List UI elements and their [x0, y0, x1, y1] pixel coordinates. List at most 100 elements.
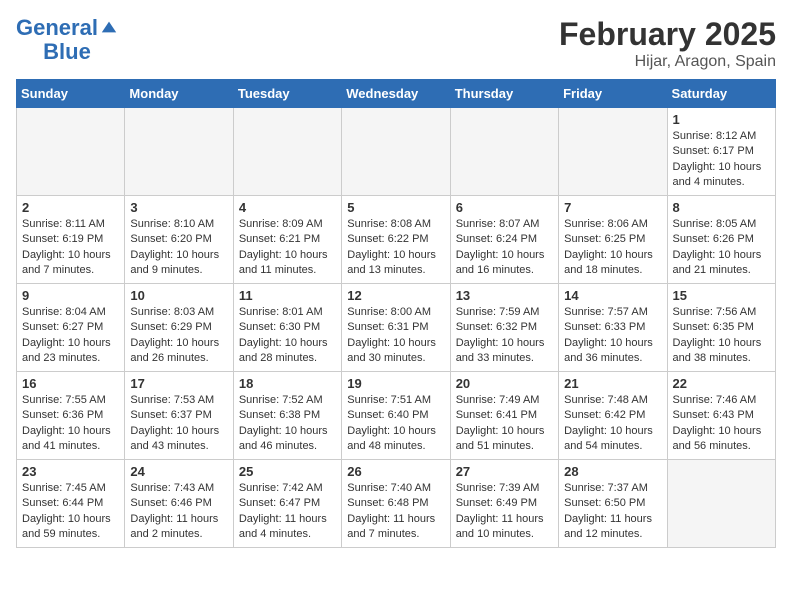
day-number: 19 [347, 376, 444, 391]
day-info: Sunrise: 7:42 AMSunset: 6:47 PMDaylight:… [239, 481, 336, 543]
day-info: Sunrise: 7:51 AMSunset: 6:40 PMDaylight:… [347, 393, 444, 455]
calendar-cell: 10 Sunrise: 8:03 AMSunset: 6:29 PMDayligh… [125, 284, 233, 372]
day-number: 28 [564, 464, 661, 479]
calendar-cell: 12 Sunrise: 8:00 AMSunset: 6:31 PMDayligh… [342, 284, 450, 372]
day-info: Sunrise: 8:04 AMSunset: 6:27 PMDaylight:… [22, 305, 119, 367]
day-info: Sunrise: 8:06 AMSunset: 6:25 PMDaylight:… [564, 217, 661, 279]
day-number: 1 [673, 112, 770, 127]
day-info: Sunrise: 8:01 AMSunset: 6:30 PMDaylight:… [239, 305, 336, 367]
calendar-cell: 7 Sunrise: 8:06 AMSunset: 6:25 PMDaylight… [559, 196, 667, 284]
day-info: Sunrise: 7:40 AMSunset: 6:48 PMDaylight:… [347, 481, 444, 543]
calendar-cell: 8 Sunrise: 8:05 AMSunset: 6:26 PMDaylight… [667, 196, 775, 284]
day-number: 11 [239, 288, 336, 303]
weekday-header-friday: Friday [559, 80, 667, 108]
week-row-3: 9 Sunrise: 8:04 AMSunset: 6:27 PMDaylight… [17, 284, 776, 372]
week-row-1: 1 Sunrise: 8:12 AMSunset: 6:17 PMDaylight… [17, 108, 776, 196]
calendar-cell: 13 Sunrise: 7:59 AMSunset: 6:32 PMDayligh… [450, 284, 558, 372]
calendar-cell: 27Sunrise: 7:39 AMSunset: 6:49 PMDayligh… [450, 460, 558, 548]
calendar-cell: 9 Sunrise: 8:04 AMSunset: 6:27 PMDaylight… [17, 284, 125, 372]
calendar-cell: 22Sunrise: 7:46 AMSunset: 6:43 PMDayligh… [667, 372, 775, 460]
logo-blue: Blue [43, 40, 91, 64]
logo-text: General [16, 16, 98, 40]
day-info: Sunrise: 7:52 AMSunset: 6:38 PMDaylight:… [239, 393, 336, 455]
title-block: February 2025 Hijar, Aragon, Spain [559, 16, 776, 71]
calendar-cell: 24 Sunrise: 7:43 AMSunset: 6:46 PMDayligh… [125, 460, 233, 548]
calendar-cell [17, 108, 125, 196]
day-info: Sunrise: 7:39 AMSunset: 6:49 PMDaylight:… [456, 481, 553, 543]
day-info: Sunrise: 7:55 AMSunset: 6:36 PMDaylight:… [22, 393, 119, 455]
day-info: Sunrise: 7:48 AMSunset: 6:42 PMDaylight:… [564, 393, 661, 455]
day-number: 9 [22, 288, 119, 303]
calendar-cell: 14Sunrise: 7:57 AMSunset: 6:33 PMDayligh… [559, 284, 667, 372]
day-info: Sunrise: 7:49 AMSunset: 6:41 PMDaylight:… [456, 393, 553, 455]
calendar-cell [342, 108, 450, 196]
day-number: 7 [564, 200, 661, 215]
calendar-cell: 18 Sunrise: 7:52 AMSunset: 6:38 PMDayligh… [233, 372, 341, 460]
day-number: 23 [22, 464, 119, 479]
calendar-cell: 16 Sunrise: 7:55 AMSunset: 6:36 PMDayligh… [17, 372, 125, 460]
calendar-cell: 2 Sunrise: 8:11 AMSunset: 6:19 PMDaylight… [17, 196, 125, 284]
calendar-table: SundayMondayTuesdayWednesdayThursdayFrid… [16, 79, 776, 548]
day-number: 4 [239, 200, 336, 215]
day-number: 5 [347, 200, 444, 215]
week-row-4: 16 Sunrise: 7:55 AMSunset: 6:36 PMDayligh… [17, 372, 776, 460]
day-info: Sunrise: 7:45 AMSunset: 6:44 PMDaylight:… [22, 481, 119, 543]
day-number: 13 [456, 288, 553, 303]
day-number: 25 [239, 464, 336, 479]
day-info: Sunrise: 8:03 AMSunset: 6:29 PMDaylight:… [130, 305, 227, 367]
day-number: 22 [673, 376, 770, 391]
logo: General Blue [16, 16, 118, 64]
day-number: 20 [456, 376, 553, 391]
calendar-cell [233, 108, 341, 196]
day-number: 3 [130, 200, 227, 215]
calendar-cell: 3 Sunrise: 8:10 AMSunset: 6:20 PMDaylight… [125, 196, 233, 284]
day-number: 10 [130, 288, 227, 303]
calendar-cell: 28 Sunrise: 7:37 AMSunset: 6:50 PMDayligh… [559, 460, 667, 548]
day-number: 24 [130, 464, 227, 479]
weekday-header-row: SundayMondayTuesdayWednesdayThursdayFrid… [17, 80, 776, 108]
calendar-cell: 4 Sunrise: 8:09 AMSunset: 6:21 PMDaylight… [233, 196, 341, 284]
calendar-cell: 15Sunrise: 7:56 AMSunset: 6:35 PMDayligh… [667, 284, 775, 372]
day-info: Sunrise: 8:00 AMSunset: 6:31 PMDaylight:… [347, 305, 444, 367]
day-info: Sunrise: 8:12 AMSunset: 6:17 PMDaylight:… [673, 129, 770, 191]
calendar-cell: 11 Sunrise: 8:01 AMSunset: 6:30 PMDayligh… [233, 284, 341, 372]
day-number: 6 [456, 200, 553, 215]
day-number: 16 [22, 376, 119, 391]
day-info: Sunrise: 8:07 AMSunset: 6:24 PMDaylight:… [456, 217, 553, 279]
calendar-cell [559, 108, 667, 196]
day-info: Sunrise: 8:10 AMSunset: 6:20 PMDaylight:… [130, 217, 227, 279]
weekday-header-tuesday: Tuesday [233, 80, 341, 108]
calendar-cell: 20 Sunrise: 7:49 AMSunset: 6:41 PMDayligh… [450, 372, 558, 460]
day-info: Sunrise: 8:11 AMSunset: 6:19 PMDaylight:… [22, 217, 119, 279]
weekday-header-wednesday: Wednesday [342, 80, 450, 108]
day-number: 17 [130, 376, 227, 391]
day-info: Sunrise: 7:43 AMSunset: 6:46 PMDaylight:… [130, 481, 227, 543]
day-info: Sunrise: 8:08 AMSunset: 6:22 PMDaylight:… [347, 217, 444, 279]
day-number: 18 [239, 376, 336, 391]
weekday-header-monday: Monday [125, 80, 233, 108]
calendar-cell: 25 Sunrise: 7:42 AMSunset: 6:47 PMDayligh… [233, 460, 341, 548]
calendar-cell [667, 460, 775, 548]
day-info: Sunrise: 7:59 AMSunset: 6:32 PMDaylight:… [456, 305, 553, 367]
day-number: 21 [564, 376, 661, 391]
calendar-cell: 17 Sunrise: 7:53 AMSunset: 6:37 PMDayligh… [125, 372, 233, 460]
calendar-cell: 6 Sunrise: 8:07 AMSunset: 6:24 PMDaylight… [450, 196, 558, 284]
day-info: Sunrise: 8:09 AMSunset: 6:21 PMDaylight:… [239, 217, 336, 279]
logo-icon [100, 18, 118, 36]
day-info: Sunrise: 7:37 AMSunset: 6:50 PMDaylight:… [564, 481, 661, 543]
calendar-cell [125, 108, 233, 196]
day-number: 14 [564, 288, 661, 303]
calendar-cell [450, 108, 558, 196]
day-info: Sunrise: 7:56 AMSunset: 6:35 PMDaylight:… [673, 305, 770, 367]
page-header: General Blue February 2025 Hijar, Aragon… [16, 16, 776, 71]
location-title: Hijar, Aragon, Spain [559, 53, 776, 71]
day-number: 12 [347, 288, 444, 303]
week-row-5: 23 Sunrise: 7:45 AMSunset: 6:44 PMDayligh… [17, 460, 776, 548]
calendar-cell: 1 Sunrise: 8:12 AMSunset: 6:17 PMDaylight… [667, 108, 775, 196]
day-number: 2 [22, 200, 119, 215]
day-info: Sunrise: 7:53 AMSunset: 6:37 PMDaylight:… [130, 393, 227, 455]
day-info: Sunrise: 8:05 AMSunset: 6:26 PMDaylight:… [673, 217, 770, 279]
day-number: 26 [347, 464, 444, 479]
day-number: 8 [673, 200, 770, 215]
calendar-cell: 23 Sunrise: 7:45 AMSunset: 6:44 PMDayligh… [17, 460, 125, 548]
